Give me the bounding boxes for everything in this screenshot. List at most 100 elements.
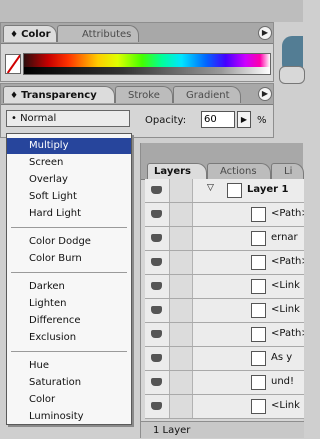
none-color-swatch[interactable] [5,54,21,74]
visibility-toggle[interactable] [145,227,170,250]
eye-icon [151,306,162,314]
blend-mode-select[interactable]: • Normal [6,110,130,127]
tab-gradient[interactable]: Gradient [173,86,241,103]
eye-icon [151,354,162,362]
eye-icon [151,282,162,290]
layer-row[interactable]: und! [145,371,304,395]
eye-icon [151,234,162,242]
layer-row[interactable]: <Path> [145,323,304,347]
tab-layers-label: Layers [154,166,191,177]
blend-menu-item-difference[interactable]: Difference [7,313,131,329]
tab-attributes-label: Attributes [82,29,132,40]
visibility-toggle[interactable] [145,395,170,418]
tab-attributes[interactable]: Attributes [57,25,139,42]
tab-stroke[interactable]: Stroke [115,86,173,103]
layer-name: As y [271,352,293,363]
layer-name: <Path> [271,328,304,339]
layer-thumbnail [251,399,266,414]
lock-toggle[interactable] [170,251,193,274]
lock-toggle[interactable] [170,203,193,226]
menu-separator [11,272,127,273]
blend-menu-item-darken[interactable]: Darken [7,279,131,295]
lock-toggle[interactable] [170,371,193,394]
blend-menu-item-saturation[interactable]: Saturation [7,375,131,391]
blend-mode-value: Normal [20,113,57,124]
layers-panel: Layers Actions Li ▽ Layer 1 <Path> ernar… [140,143,304,438]
blend-menu-item-multiply[interactable]: Multiply [7,138,131,154]
blend-mode-menu: Multiply Screen Overlay Soft Light Hard … [6,133,132,425]
lock-toggle[interactable] [170,275,193,298]
disclosure-triangle-icon[interactable]: ▽ [207,183,214,193]
panel-menu-arrow-icon: ▶ [261,89,269,98]
layer-row[interactable]: ernar [145,227,304,251]
layer-row[interactable]: <Link [145,299,304,323]
visibility-toggle[interactable] [145,203,170,226]
layer-row[interactable]: <Path> [145,251,304,275]
blend-menu-item-color-burn[interactable]: Color Burn [7,251,131,267]
blend-menu-item-exclusion[interactable]: Exclusion [7,330,131,346]
color-panel-tab-bar: ♦ Color Attributes ▶ [1,23,273,44]
visibility-toggle[interactable] [145,251,170,274]
color-panel-menu-button[interactable]: ▶ [258,26,272,40]
tab-actions[interactable]: Actions [207,163,271,179]
selected-check-icon: • [11,113,21,124]
layer-thumbnail [251,351,266,366]
layer-thumbnail [251,231,266,246]
layer-row[interactable]: <Link [145,275,304,299]
layer-row[interactable]: As y [145,347,304,371]
menu-separator [11,351,127,352]
panel-grip-icon: ♦ [10,91,19,101]
blend-menu-item-luminosity[interactable]: Luminosity [7,409,131,425]
layer-thumbnail [227,183,242,198]
visibility-toggle[interactable] [145,275,170,298]
blend-menu-item-hue[interactable]: Hue [7,358,131,374]
visibility-toggle[interactable] [145,179,170,202]
lock-toggle[interactable] [170,299,193,322]
layer-name: <Link [271,400,300,411]
eye-icon [151,330,162,338]
visibility-toggle[interactable] [145,371,170,394]
layer-row[interactable]: <Link [145,395,304,419]
blend-menu-item-soft-light[interactable]: Soft Light [7,189,131,205]
tab-color-label: Color [21,29,51,40]
panel-grip-icon: ♦ [10,30,19,40]
lock-toggle[interactable] [170,395,193,418]
tab-links[interactable]: Li [271,163,304,179]
tab-links-label: Li [284,166,293,177]
layer-row[interactable]: <Path> [145,203,304,227]
transparency-panel-menu-button[interactable]: ▶ [258,87,272,101]
eye-icon [151,378,162,386]
menu-separator [11,227,127,228]
eye-icon [151,186,162,194]
layer-name: ernar [271,232,298,243]
tab-layers[interactable]: Layers [147,163,207,179]
blend-menu-item-screen[interactable]: Screen [7,155,131,171]
layer-row[interactable]: ▽ Layer 1 [145,179,304,203]
lock-toggle[interactable] [170,347,193,370]
lock-toggle[interactable] [170,323,193,346]
tab-stroke-label: Stroke [128,90,160,101]
lock-toggle[interactable] [170,179,193,202]
opacity-input[interactable] [201,111,235,128]
color-spectrum-ramp[interactable] [23,53,271,75]
transparency-panel-tab-bar: ♦ Transparency Stroke Gradient ▶ [1,84,273,105]
layer-name: <Link [271,304,300,315]
blend-menu-item-color-dodge[interactable]: Color Dodge [7,234,131,250]
blend-menu-item-overlay[interactable]: Overlay [7,172,131,188]
visibility-toggle[interactable] [145,323,170,346]
visibility-toggle[interactable] [145,299,170,322]
layer-thumbnail [251,279,266,294]
blend-menu-item-color[interactable]: Color [7,392,131,408]
blend-menu-item-lighten[interactable]: Lighten [7,296,131,312]
visibility-toggle[interactable] [145,347,170,370]
blend-menu-item-hard-light[interactable]: Hard Light [7,206,131,222]
layer-name: und! [271,376,295,387]
layer-name: <Path> [271,256,304,267]
lock-toggle[interactable] [170,227,193,250]
opacity-slider-button[interactable]: ▶ [237,111,251,128]
tab-transparency[interactable]: ♦ Transparency [3,86,115,103]
layer-thumbnail [251,303,266,318]
tab-color[interactable]: ♦ Color [3,25,57,42]
panel-menu-arrow-icon: ▶ [261,28,269,37]
layers-status-bar: 1 Layer [141,421,304,438]
